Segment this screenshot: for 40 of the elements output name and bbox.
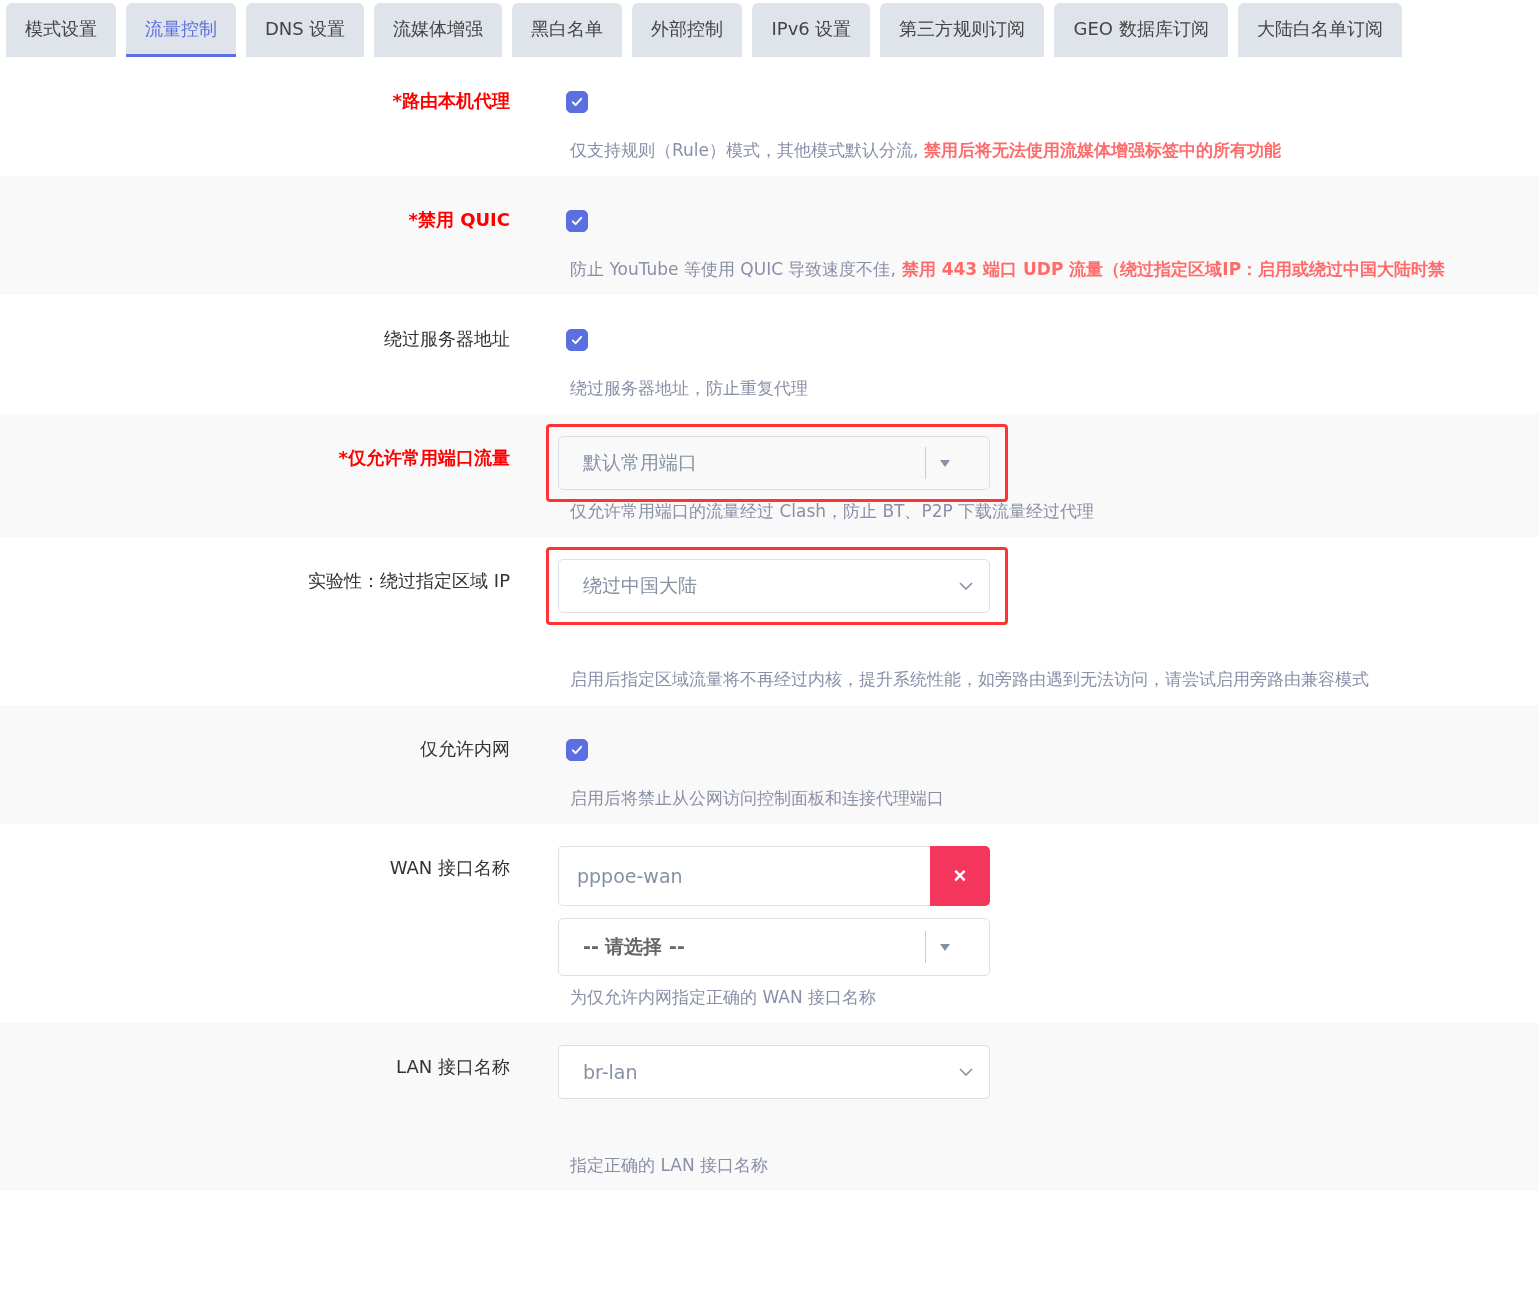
checkbox[interactable] bbox=[566, 210, 588, 232]
chevron-down-icon bbox=[959, 582, 973, 590]
field-label: 实验性：绕过指定区域 IP bbox=[308, 570, 510, 591]
tab[interactable]: GEO 数据库订阅 bbox=[1054, 3, 1228, 57]
dropdown-triangle-icon bbox=[940, 459, 950, 467]
checkmark-icon bbox=[570, 214, 584, 228]
field-description: 防止 YouTube 等使用 QUIC 导致速度不佳, 禁用 443 端口 UDP 流量（绕过指定区域IP：启用或绕过中国大陆时禁 bbox=[569, 258, 1446, 281]
tab[interactable]: 流媒体增强 bbox=[374, 3, 503, 57]
dropdown-triangle-icon bbox=[940, 943, 950, 951]
tab[interactable]: 模式设置 bbox=[6, 3, 116, 57]
checkmark-icon bbox=[570, 743, 584, 757]
tab[interactable]: 第三方规则订阅 bbox=[880, 3, 1045, 57]
tab[interactable]: 外部控制 bbox=[632, 3, 743, 57]
field-description: 仅支持规则（Rule）模式，其他模式默认分流, 禁用后将无法使用流媒体增强标签中的所有功能 bbox=[569, 139, 1282, 162]
field-label: LAN 接口名称 bbox=[396, 1056, 510, 1077]
field-label: 绕过服务器地址 bbox=[384, 328, 510, 349]
field-label: *禁用 QUIC bbox=[408, 209, 510, 230]
checkmark-icon bbox=[570, 95, 584, 109]
field-label: *仅允许常用端口流量 bbox=[338, 447, 510, 468]
field-description: 为仅允许内网指定正确的 WAN 接口名称 bbox=[569, 986, 878, 1009]
checkbox[interactable] bbox=[566, 329, 588, 351]
checkmark-icon bbox=[570, 333, 584, 347]
remove-button[interactable]: × bbox=[930, 846, 990, 906]
tab[interactable]: 大陆白名单订阅 bbox=[1237, 3, 1402, 57]
checkbox[interactable] bbox=[566, 739, 588, 761]
field-description: 启用后将禁止从公网访问控制面板和连接代理端口 bbox=[569, 787, 944, 810]
checkbox[interactable] bbox=[566, 91, 588, 113]
field-label: WAN 接口名称 bbox=[389, 857, 510, 878]
field-description: 仅允许常用端口的流量经过 Clash，防止 BT、P2P 下载流量经过代理 bbox=[569, 500, 1095, 523]
field-label: *路由本机代理 bbox=[392, 90, 510, 111]
field-description: 绕过服务器地址，防止重复代理 bbox=[569, 377, 808, 400]
field-description: 指定正确的 LAN 接口名称 bbox=[569, 1154, 769, 1177]
chevron-down-icon bbox=[959, 1068, 973, 1076]
tab[interactable]: IPv6 设置 bbox=[752, 3, 871, 57]
tab[interactable]: 流量控制 bbox=[126, 3, 236, 57]
tab[interactable]: DNS 设置 bbox=[246, 3, 365, 57]
combo-box[interactable]: -- 请选择 -- bbox=[558, 918, 990, 976]
tab[interactable]: 黑白名单 bbox=[512, 3, 623, 57]
field-label: 仅允许内网 bbox=[420, 738, 510, 759]
field-description: 启用后指定区域流量将不再经过内核，提升系统性能，如旁路由遇到无法访问，请尝试启用旁路由兼容模式 bbox=[569, 668, 1369, 691]
